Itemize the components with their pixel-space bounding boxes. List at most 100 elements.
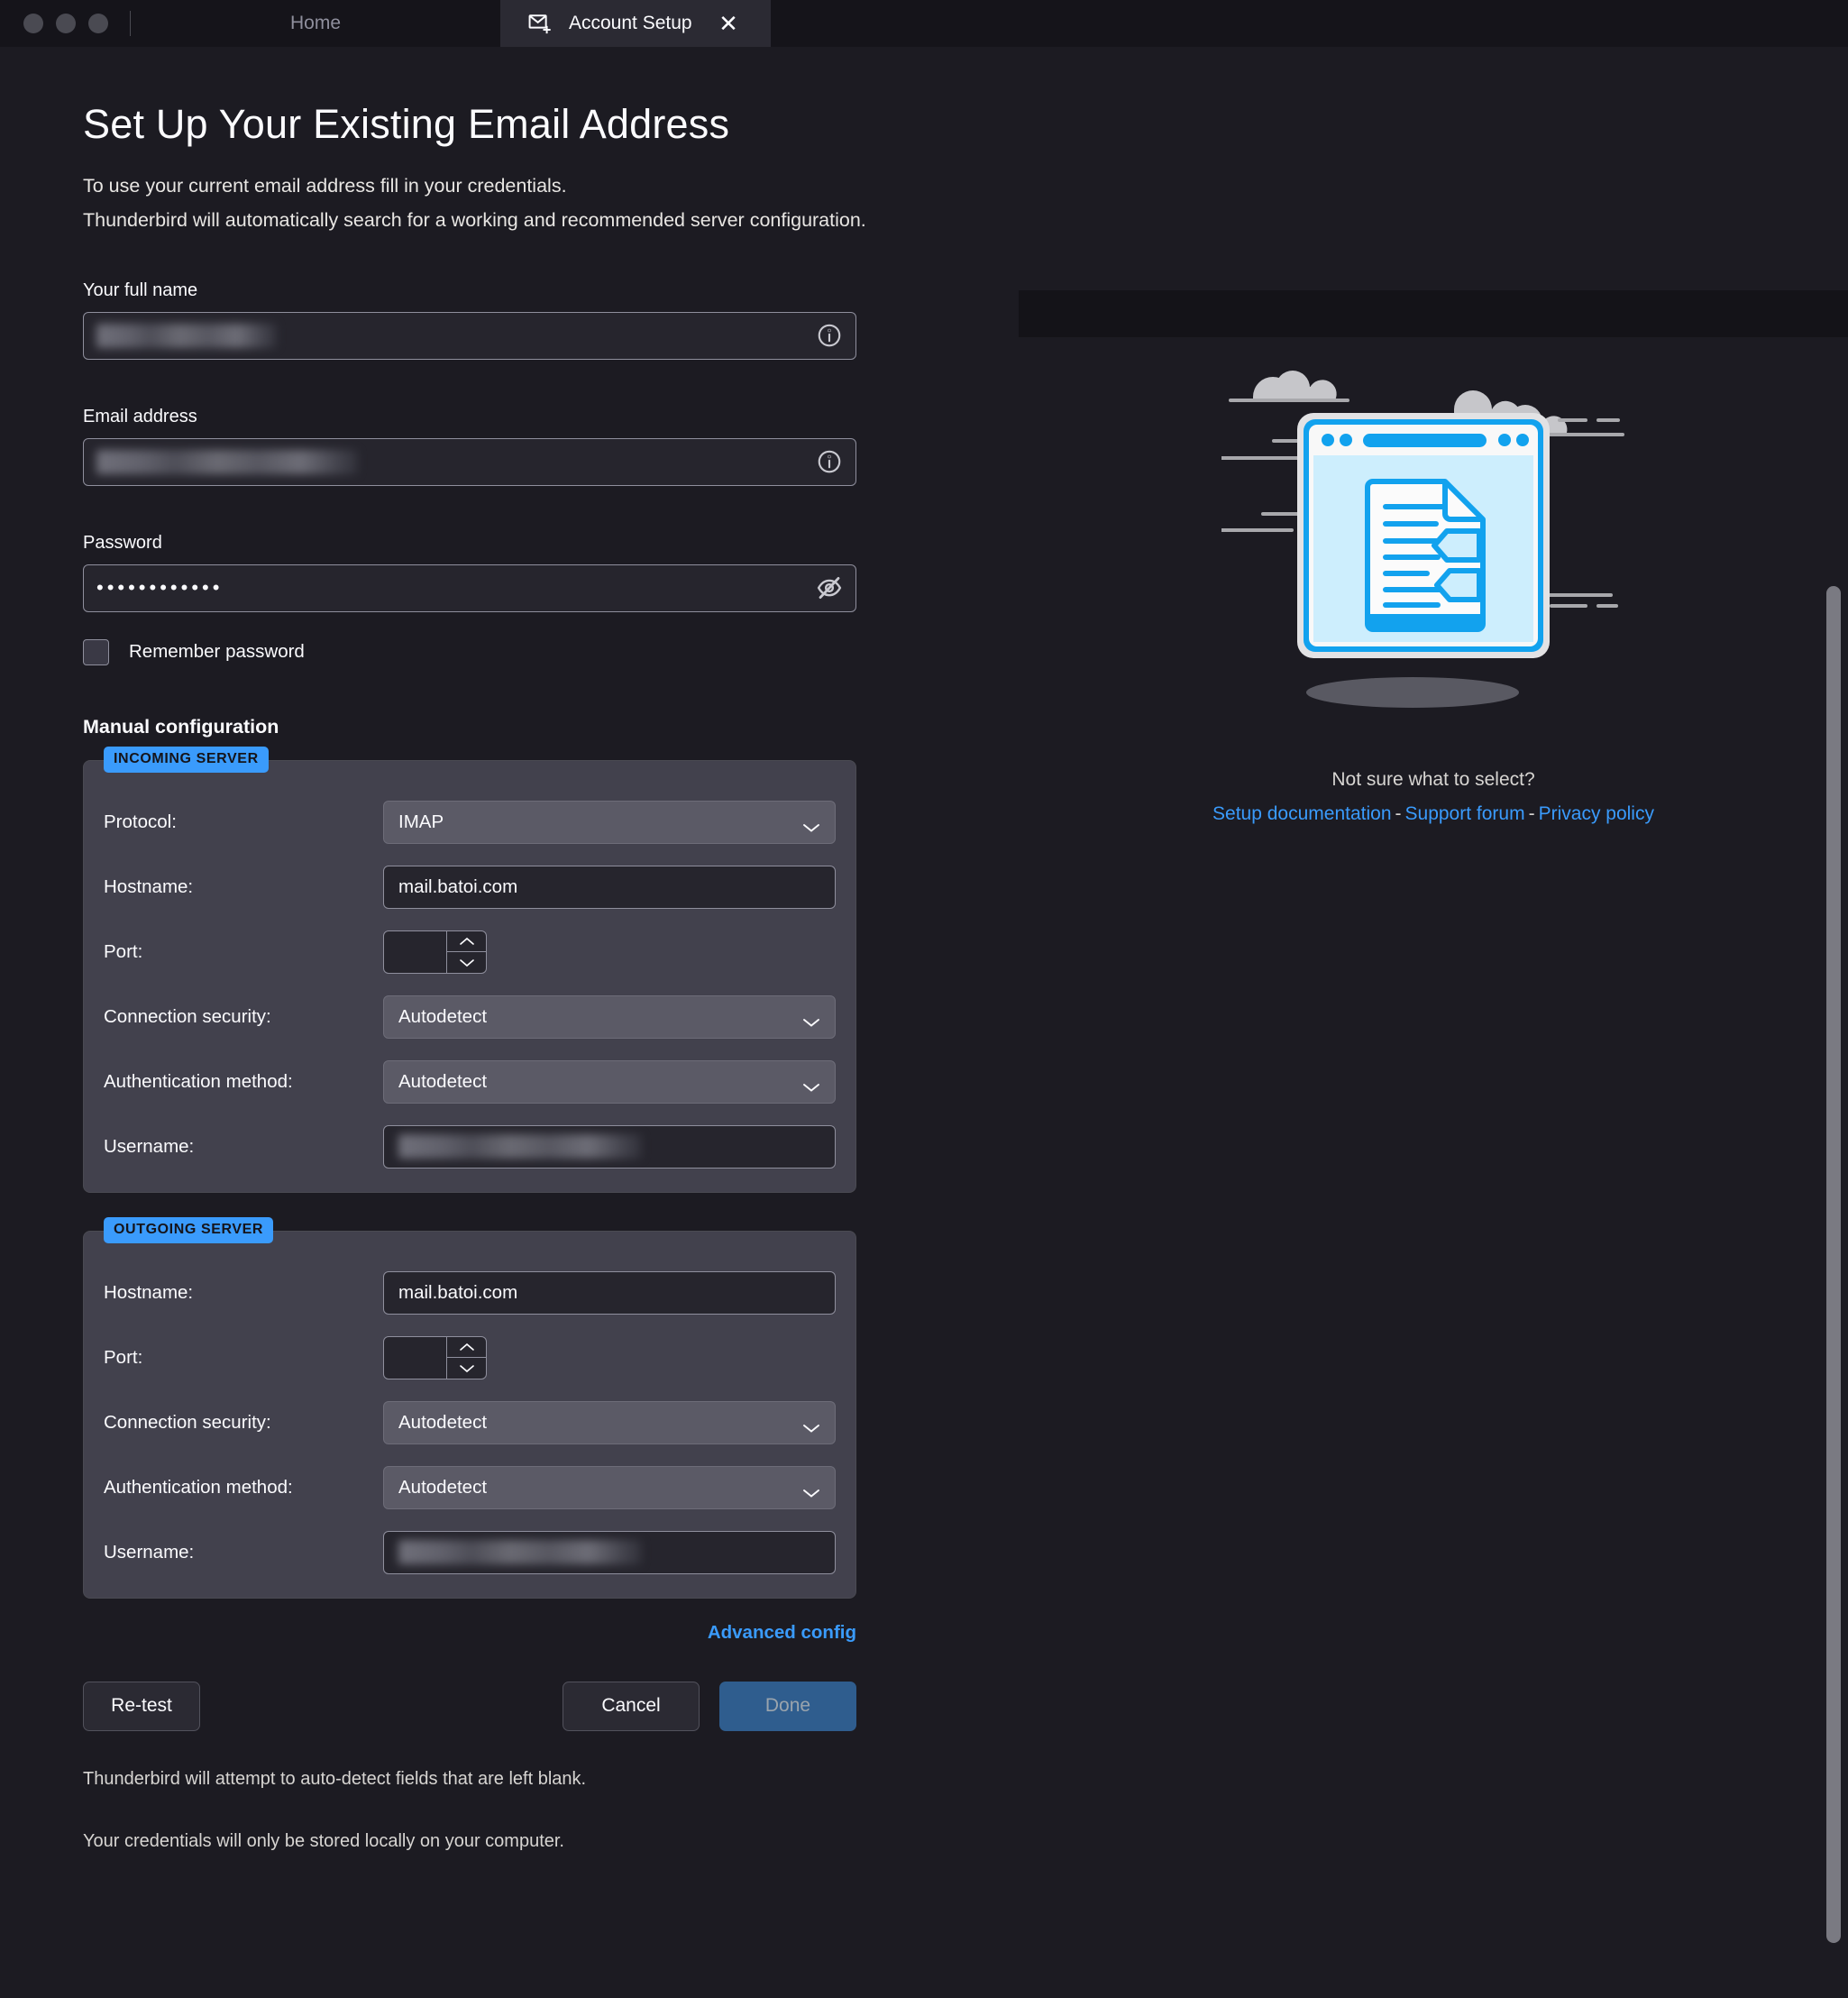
- password-input[interactable]: ••••••••••••: [83, 564, 856, 612]
- page-subtitle-line1: To use your current email address fill i…: [83, 175, 567, 197]
- outgoing-auth-method-label: Authentication method:: [104, 1476, 293, 1498]
- scrollbar-thumb[interactable]: [1826, 586, 1841, 1943]
- outgoing-hostname-label: Hostname:: [104, 1281, 194, 1303]
- outgoing-hostname-row: Hostname: mail.batoi.com: [104, 1270, 836, 1315]
- traffic-lights: [0, 0, 130, 47]
- chevron-down-icon: [802, 1417, 820, 1433]
- privacy-policy-link[interactable]: Privacy policy: [1539, 803, 1654, 824]
- setup-illustration: [1220, 353, 1645, 719]
- remember-password-row[interactable]: Remember password: [83, 638, 1019, 665]
- tab-home[interactable]: Home: [131, 0, 500, 47]
- incoming-server-legend: INCOMING SERVER: [104, 746, 269, 773]
- help-panel-topbar: [1019, 290, 1848, 337]
- outgoing-auth-method-select[interactable]: Autodetect: [383, 1465, 836, 1509]
- cancel-button[interactable]: Cancel: [563, 1681, 700, 1731]
- not-sure-text: Not sure what to select?: [1331, 769, 1535, 790]
- incoming-auth-method-row: Authentication method: Autodetect: [104, 1059, 836, 1104]
- info-icon[interactable]: [816, 322, 843, 349]
- tab-account-setup-label: Account Setup: [569, 13, 692, 33]
- outgoing-connection-security-value: Autodetect: [398, 1411, 488, 1433]
- outgoing-port-label: Port:: [104, 1346, 143, 1368]
- incoming-protocol-label: Protocol:: [104, 811, 177, 832]
- full-name-field-block: Your full name: [83, 280, 1019, 360]
- outgoing-connection-security-select[interactable]: Autodetect: [383, 1400, 836, 1444]
- incoming-username-input[interactable]: [383, 1124, 836, 1169]
- local-storage-note: Your credentials will only be stored loc…: [83, 1830, 564, 1851]
- outgoing-server-legend: OUTGOING SERVER: [104, 1216, 274, 1243]
- full-name-label: Your full name: [83, 280, 198, 300]
- incoming-protocol-value: IMAP: [398, 811, 444, 832]
- outgoing-port-stepper[interactable]: [383, 1335, 487, 1379]
- action-button-row: Re-test Cancel Done: [83, 1681, 856, 1731]
- chevron-down-icon[interactable]: [447, 951, 486, 973]
- remember-password-checkbox[interactable]: [83, 638, 109, 665]
- page-title: Set Up Your Existing Email Address: [83, 101, 730, 147]
- incoming-auth-method-select[interactable]: Autodetect: [383, 1059, 836, 1104]
- incoming-connection-security-row: Connection security: Autodetect: [104, 994, 836, 1039]
- manual-configuration-heading: Manual configuration: [83, 715, 279, 738]
- incoming-port-value[interactable]: [384, 931, 446, 973]
- password-field-block: Password ••••••••••••: [83, 533, 1019, 612]
- setup-documentation-link[interactable]: Setup documentation: [1212, 803, 1391, 824]
- setup-form-column: Set Up Your Existing Email Address To us…: [0, 47, 1019, 1852]
- outgoing-username-input[interactable]: [383, 1530, 836, 1574]
- email-field-block: Email address: [83, 407, 1019, 486]
- outgoing-connection-security-row: Connection security: Autodetect: [104, 1400, 836, 1444]
- chevron-down-icon[interactable]: [447, 1357, 486, 1379]
- eye-slash-icon[interactable]: [816, 574, 843, 601]
- incoming-protocol-select[interactable]: IMAP: [383, 800, 836, 844]
- incoming-server-group: INCOMING SERVER Protocol: IMAP Hostname:: [83, 746, 856, 1193]
- incoming-port-row: Port:: [104, 930, 836, 974]
- tab-account-setup[interactable]: Account Setup ✕: [500, 0, 771, 47]
- incoming-protocol-row: Protocol: IMAP: [104, 800, 836, 844]
- outgoing-server-group: OUTGOING SERVER Hostname: mail.batoi.com…: [83, 1216, 856, 1599]
- email-label: Email address: [83, 406, 197, 426]
- advanced-config-link[interactable]: Advanced config: [708, 1622, 856, 1643]
- done-button[interactable]: Done: [719, 1681, 856, 1731]
- help-illustration-column: Not sure what to select? Setup documenta…: [1019, 47, 1848, 1852]
- link-separator: -: [1395, 803, 1402, 824]
- incoming-username-redacted-value: [398, 1134, 642, 1159]
- full-name-redacted-value: [96, 323, 277, 348]
- incoming-hostname-label: Hostname:: [104, 875, 194, 897]
- support-forum-link[interactable]: Support forum: [1405, 803, 1525, 824]
- link-separator: -: [1528, 803, 1535, 824]
- re-test-button[interactable]: Re-test: [83, 1681, 200, 1731]
- maximize-window-button[interactable]: [88, 14, 108, 33]
- incoming-hostname-row: Hostname: mail.batoi.com: [104, 865, 836, 909]
- full-name-input[interactable]: [83, 311, 856, 360]
- outgoing-hostname-input[interactable]: mail.batoi.com: [383, 1270, 836, 1315]
- outgoing-port-row: Port:: [104, 1335, 836, 1379]
- mail-new-icon: [527, 11, 553, 36]
- outgoing-username-label: Username:: [104, 1541, 195, 1563]
- chevron-down-icon: [802, 1077, 820, 1092]
- advanced-config-row: Advanced config: [83, 1622, 856, 1644]
- page-scrollbar[interactable]: [1826, 586, 1841, 1943]
- tab-home-label: Home: [289, 13, 342, 33]
- chevron-down-icon: [802, 1012, 820, 1027]
- outgoing-port-buttons: [446, 1336, 486, 1379]
- close-window-button[interactable]: [23, 14, 43, 33]
- incoming-connection-security-value: Autodetect: [398, 1005, 488, 1027]
- page-subtitle-line2: Thunderbird will automatically search fo…: [83, 209, 866, 232]
- incoming-port-stepper[interactable]: [383, 930, 487, 974]
- account-setup-page: Set Up Your Existing Email Address To us…: [0, 47, 1848, 1998]
- info-icon[interactable]: [816, 448, 843, 475]
- help-links: Setup documentation - Support forum - Privac…: [1019, 803, 1848, 825]
- incoming-port-label: Port:: [104, 940, 143, 962]
- incoming-connection-security-select[interactable]: Autodetect: [383, 994, 836, 1039]
- chevron-up-icon[interactable]: [447, 931, 486, 952]
- outgoing-port-value[interactable]: [384, 1337, 446, 1379]
- remember-password-label: Remember password: [129, 641, 305, 663]
- password-value: ••••••••••••: [96, 576, 224, 600]
- email-input[interactable]: [83, 437, 856, 486]
- chevron-up-icon[interactable]: [447, 1337, 486, 1358]
- minimize-window-button[interactable]: [56, 14, 76, 33]
- outgoing-auth-method-row: Authentication method: Autodetect: [104, 1465, 836, 1509]
- incoming-port-buttons: [446, 930, 486, 973]
- email-redacted-value: [96, 449, 358, 474]
- close-icon[interactable]: ✕: [713, 8, 744, 39]
- incoming-hostname-input[interactable]: mail.batoi.com: [383, 865, 836, 909]
- outgoing-connection-security-label: Connection security:: [104, 1411, 271, 1433]
- chevron-down-icon: [802, 1482, 820, 1498]
